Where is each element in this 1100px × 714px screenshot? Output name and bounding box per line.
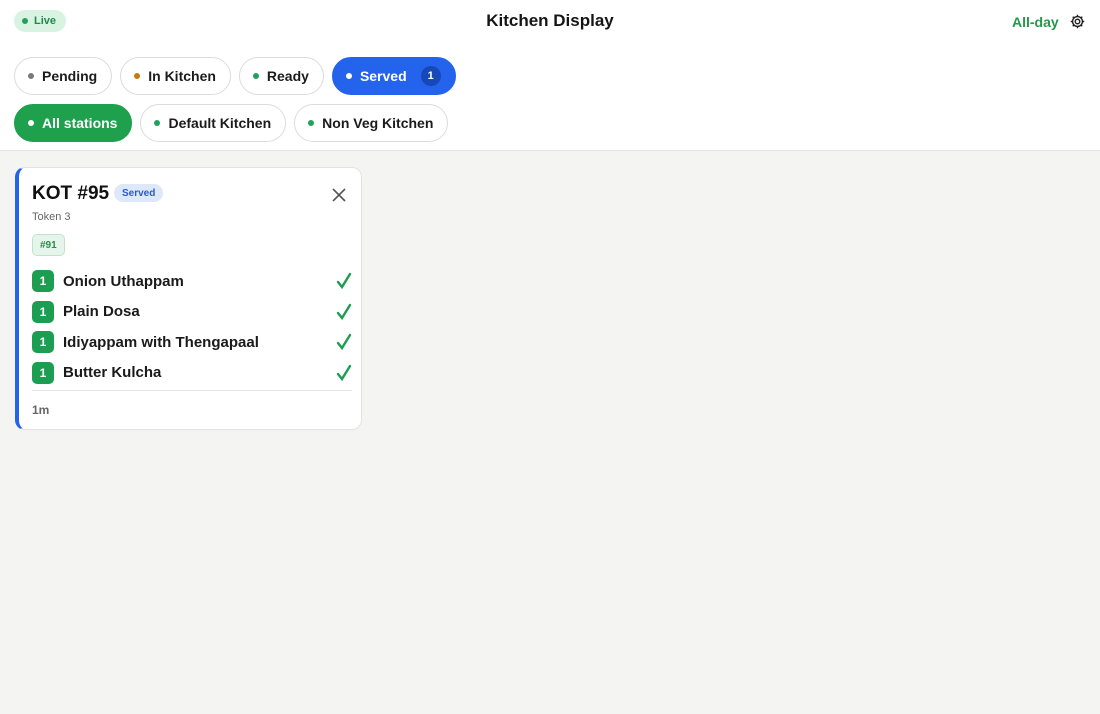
top-bar: Live Kitchen Display All-day — [0, 0, 1100, 44]
gear-icon[interactable] — [1069, 13, 1086, 30]
status-chip-ready[interactable]: Ready — [238, 57, 324, 95]
status-chip-pending[interactable]: Pending — [14, 57, 113, 95]
station-filter-row: All stations Default Kitchen Non Veg Kit… — [14, 104, 449, 142]
item-name: Butter Kulcha — [63, 364, 162, 382]
chip-label: Served — [359, 68, 407, 84]
order-ref-badge: #91 — [32, 234, 65, 256]
list-item[interactable]: 1 Onion Uthappam — [32, 266, 352, 297]
check-icon — [336, 272, 352, 290]
close-icon[interactable] — [332, 188, 346, 202]
list-item[interactable]: 1 Idiyappam with Thengapaal — [32, 327, 352, 358]
item-name: Plain Dosa — [63, 303, 140, 321]
status-chip-served[interactable]: Served 1 — [331, 57, 456, 95]
kot-card[interactable]: KOT #95 Served Token 3 #91 1 Onion Uthap… — [15, 167, 362, 430]
status-filter-row: Pending In Kitchen Ready Served 1 — [14, 57, 456, 95]
quantity-badge: 1 — [32, 270, 54, 293]
quantity-badge: 1 — [32, 300, 54, 323]
chip-label: In Kitchen — [148, 68, 216, 84]
quantity-badge: 1 — [32, 361, 54, 384]
ticket-board: KOT #95 Served Token 3 #91 1 Onion Uthap… — [0, 150, 1100, 714]
token-label: Token 3 — [32, 211, 71, 223]
item-name: Onion Uthappam — [63, 272, 184, 290]
status-dot-icon — [252, 73, 259, 79]
status-chip-in-kitchen[interactable]: In Kitchen — [120, 57, 231, 95]
status-dot-icon — [345, 73, 352, 79]
list-item[interactable]: 1 Butter Kulcha — [32, 358, 352, 389]
divider — [32, 390, 352, 391]
allday-button[interactable]: All-day — [1012, 14, 1059, 30]
status-dot-icon — [28, 73, 34, 79]
chip-label: Pending — [42, 68, 98, 84]
list-item[interactable]: 1 Plain Dosa — [32, 297, 352, 328]
status-badge: Served — [114, 184, 164, 202]
quantity-badge: 1 — [32, 331, 54, 354]
elapsed-time: 1m — [32, 403, 50, 417]
chip-label: Default Kitchen — [168, 115, 272, 131]
chip-label: All stations — [42, 115, 118, 131]
served-count-badge: 1 — [420, 66, 441, 86]
station-chip-all[interactable]: All stations — [14, 104, 133, 142]
station-dot-icon — [28, 120, 34, 126]
chip-label: Ready — [266, 68, 309, 84]
station-dot-icon — [154, 120, 161, 126]
station-chip-default-kitchen[interactable]: Default Kitchen — [140, 104, 287, 142]
status-dot-icon — [134, 73, 141, 79]
check-icon — [336, 303, 352, 320]
item-list: 1 Onion Uthappam 1 Plain Dosa 1 Idiyappa… — [32, 266, 352, 388]
check-icon — [336, 364, 352, 381]
chip-label: Non Veg Kitchen — [322, 115, 434, 131]
kot-title: KOT #95 — [32, 183, 110, 204]
station-chip-non-veg-kitchen[interactable]: Non Veg Kitchen — [294, 104, 449, 142]
page-title: Kitchen Display — [486, 11, 614, 30]
item-name: Idiyappam with Thengapaal — [63, 333, 259, 351]
check-icon — [336, 333, 352, 351]
station-dot-icon — [308, 120, 315, 126]
